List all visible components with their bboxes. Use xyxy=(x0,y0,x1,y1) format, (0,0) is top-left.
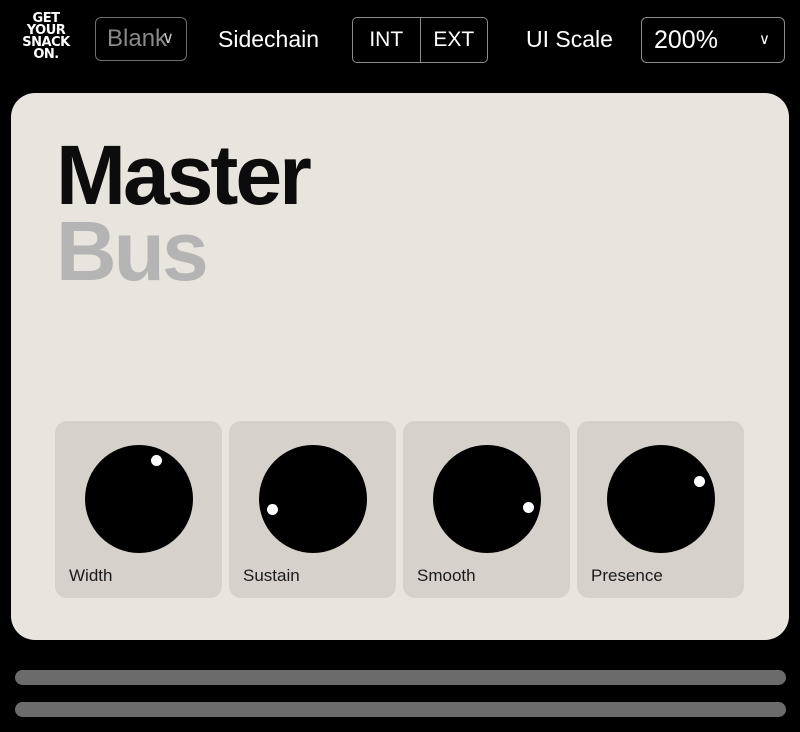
knob-label: Presence xyxy=(591,566,663,585)
knob-indicator xyxy=(522,502,534,514)
sidechain-toggle: INT EXT xyxy=(352,17,488,63)
knob-label: Smooth xyxy=(417,566,476,585)
ui-scale-select[interactable]: 200% ∨ xyxy=(641,17,785,63)
knob-card-sustain: Sustain xyxy=(229,421,396,598)
smooth-knob[interactable] xyxy=(433,445,541,553)
brand-logo: GET YOUR SNACK ON. xyxy=(12,12,80,62)
logo-line: ON. xyxy=(33,47,59,62)
plugin-panel: Master Bus Width Sustain Smooth Presence xyxy=(11,93,789,640)
horizontal-scrollbar[interactable] xyxy=(15,702,786,717)
knob-indicator xyxy=(266,504,278,516)
knob-card-width: Width xyxy=(55,421,222,598)
sustain-knob[interactable] xyxy=(259,445,367,553)
chevron-down-icon: ∨ xyxy=(759,31,770,48)
sidechain-int-button[interactable]: INT xyxy=(353,18,420,62)
knob-card-smooth: Smooth xyxy=(403,421,570,598)
preset-select[interactable]: Blank ∨ xyxy=(95,17,187,61)
presence-knob[interactable] xyxy=(607,445,715,553)
plugin-subtitle: Bus xyxy=(56,204,209,298)
knob-label: Width xyxy=(69,566,113,585)
knob-indicator xyxy=(693,476,705,488)
knob-label: Sustain xyxy=(243,566,300,585)
knob-indicator xyxy=(150,455,162,467)
sidechain-ext-button[interactable]: EXT xyxy=(419,18,488,62)
width-knob[interactable] xyxy=(85,445,193,553)
top-bar: GET YOUR SNACK ON. Blank ∨ Sidechain INT… xyxy=(0,0,800,82)
knob-card-presence: Presence xyxy=(577,421,744,598)
preset-value: Blank xyxy=(107,25,168,52)
sidechain-label: Sidechain xyxy=(218,26,320,52)
ui-scale-label: UI Scale xyxy=(526,26,613,52)
chevron-down-icon: ∨ xyxy=(162,30,174,47)
ui-scale-value: 200% xyxy=(654,26,718,54)
horizontal-scrollbar[interactable] xyxy=(15,670,786,685)
